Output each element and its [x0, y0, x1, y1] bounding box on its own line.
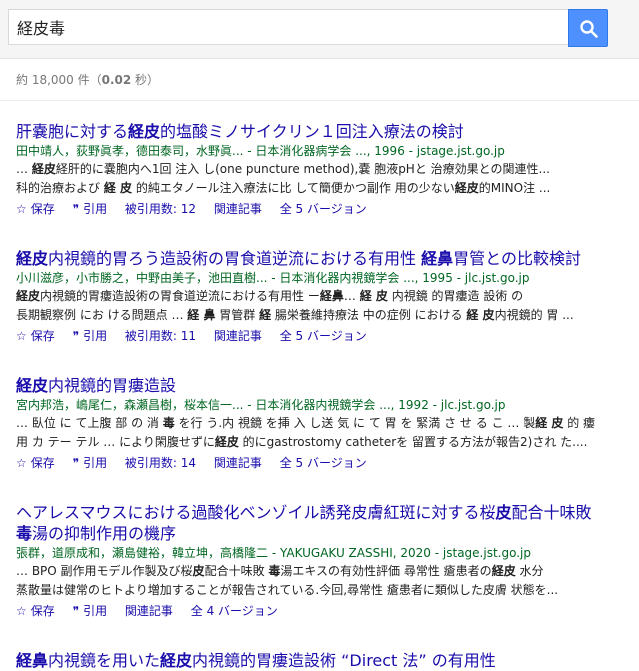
star-icon: ☆ [16, 202, 27, 216]
result-authors: 小川滋彦，小市勝之，中野由美子，池田直樹... - 日本消化器内視鏡学会 ...… [16, 271, 530, 285]
result-snippet: … 経皮経肝的に嚢胞内へ1回 注入 し(one puncture method)… [16, 162, 550, 176]
versions-link[interactable]: 全 4 バージョン [191, 604, 278, 618]
result-item: 経皮内視鏡的胃瘻造設 宮内邦浩，嶋尾仁，森瀬昌樹，桜本信一... - 日本消化器… [16, 375, 636, 472]
result-title-link[interactable]: 経鼻内視鏡を用いた経皮内視鏡的胃瘻造設術 “Direct 法” の有用性 [16, 650, 636, 671]
related-link[interactable]: 関連記事 [214, 202, 262, 216]
quote-icon: ❞ [72, 202, 80, 216]
result-actions: ☆ 保存 ❞ 引用 被引用数: 11 関連記事 全 5 バージョン [16, 327, 636, 345]
save-link[interactable]: ☆ 保存 [16, 329, 55, 343]
result-title-link[interactable]: 肝嚢胞に対する経皮的塩酸ミノサイクリン１回注入療法の検討 [16, 121, 636, 142]
related-link[interactable]: 関連記事 [214, 329, 262, 343]
result-actions: ☆ 保存 ❞ 引用 関連記事 全 4 バージョン [16, 602, 636, 620]
cited-by-link[interactable]: 被引用数: 12 [125, 202, 196, 216]
star-icon: ☆ [16, 604, 27, 618]
cited-by-link[interactable]: 被引用数: 11 [125, 329, 196, 343]
search-header [0, 0, 639, 59]
star-icon: ☆ [16, 329, 27, 343]
versions-link[interactable]: 全 5 バージョン [280, 329, 367, 343]
result-item: ヘアレスマウスにおける過酸化ベンゾイル誘発皮膚紅斑に対する桜皮配合十味敗 毒湯の… [16, 502, 636, 620]
result-actions: ☆ 保存 ❞ 引用 被引用数: 12 関連記事 全 5 バージョン [16, 200, 636, 218]
cite-link[interactable]: ❞ 引用 [73, 329, 107, 343]
cite-link[interactable]: ❞ 引用 [73, 456, 107, 470]
search-icon [580, 20, 598, 38]
related-link[interactable]: 関連記事 [125, 604, 173, 618]
result-snippet: … BPO 副作用モデル作製及び桜皮配合十味敗 毒湯エキスの有効性評価 尋常性 … [16, 564, 544, 578]
related-link[interactable]: 関連記事 [214, 456, 262, 470]
result-actions: ☆ 保存 ❞ 引用 被引用数: 14 関連記事 全 5 バージョン [16, 454, 636, 472]
result-stats: 約 18,000 件（0.02 秒） [16, 73, 160, 87]
star-icon: ☆ [16, 456, 27, 470]
result-title-link[interactable]: ヘアレスマウスにおける過酸化ベンゾイル誘発皮膚紅斑に対する桜皮配合十味敗 毒湯の… [16, 502, 636, 544]
quote-icon: ❞ [72, 456, 80, 470]
result-item: 肝嚢胞に対する経皮的塩酸ミノサイクリン１回注入療法の検討 田中靖人，荻野眞孝，德… [16, 121, 636, 218]
result-title-link[interactable]: 経皮内視鏡的胃瘻造設 [16, 375, 636, 396]
result-snippet: 用 カ テー テル … により閑腹せずに経皮 的にgastrostomy cat… [16, 435, 588, 449]
result-item: 経皮内視鏡的胃ろう造設術の胃食道逆流における有用性 経鼻胃管との比較検討 小川滋… [16, 248, 636, 345]
result-snippet: 蒸散量は健常のヒトより増加することが報告されている.今回,尋常性 瘡患者に類似し… [16, 583, 559, 597]
quote-icon: ❞ [72, 604, 80, 618]
cite-link[interactable]: ❞ 引用 [73, 604, 107, 618]
cited-by-link[interactable]: 被引用数: 14 [125, 456, 196, 470]
cite-link[interactable]: ❞ 引用 [73, 202, 107, 216]
result-snippet: 長期観察例 にお ける問題点 … 経 鼻 胃管群 経 腸栄養維持療法 中の症例 … [16, 308, 574, 322]
quote-icon: ❞ [72, 329, 80, 343]
versions-link[interactable]: 全 5 バージョン [280, 202, 367, 216]
versions-link[interactable]: 全 5 バージョン [280, 456, 367, 470]
result-title-link[interactable]: 経皮内視鏡的胃ろう造設術の胃食道逆流における有用性 経鼻胃管との比較検討 [16, 248, 636, 269]
save-link[interactable]: ☆ 保存 [16, 202, 55, 216]
result-snippet: 経皮内視鏡的胃瘻造設術の胃食道逆流における有用性 ー経鼻… 経 皮 内視鏡 的胃… [16, 289, 524, 303]
divider [0, 100, 639, 101]
save-link[interactable]: ☆ 保存 [16, 456, 55, 470]
result-authors: 宮内邦浩，嶋尾仁，森瀬昌樹，桜本信一... - 日本消化器内視鏡学会 ..., … [16, 398, 506, 412]
search-box[interactable] [8, 9, 568, 45]
search-button[interactable] [568, 9, 608, 47]
result-authors: 田中靖人，荻野眞孝，德田泰司，水野眞... - 日本消化器病学会 ..., 19… [16, 144, 505, 158]
result-snippet: … 臥位 に て上腹 部 の 消 毒 を行 う.内 視鏡 を挿 入 し送 気 に… [16, 416, 596, 430]
result-item: 経鼻内視鏡を用いた経皮内視鏡的胃瘻造設術 “Direct 法” の有用性 [16, 650, 636, 671]
search-input[interactable] [17, 10, 557, 44]
result-authors: 張群，道原成和，瀬島健裕，韓立坤，高橋隆二 - YAKUGAKU ZASSHI,… [16, 546, 531, 560]
save-link[interactable]: ☆ 保存 [16, 604, 55, 618]
result-snippet: 科的治療および 経 皮 的純エタノール注入療法に比 して簡便かつ副作 用の少ない… [16, 181, 551, 195]
